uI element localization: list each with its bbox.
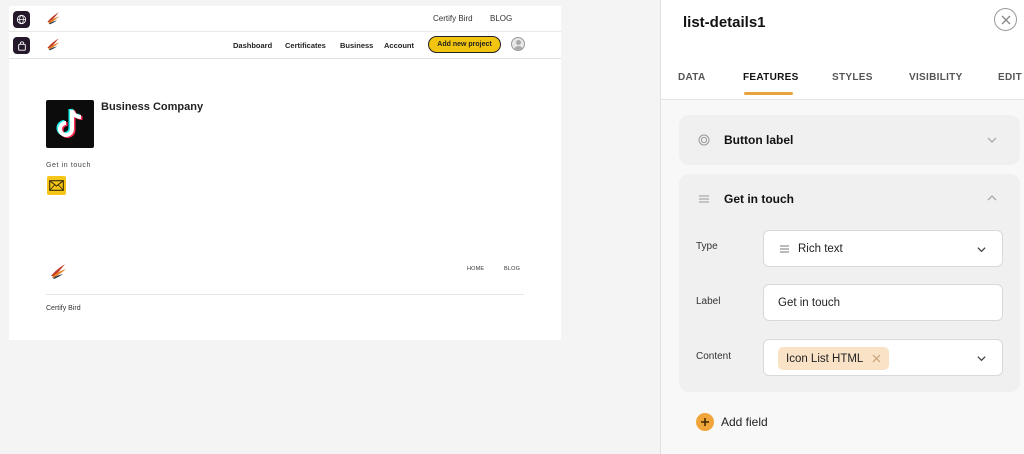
nav-link-certificates[interactable]: Certificates [285,41,326,50]
chevron-down-icon [977,247,986,253]
email-icon[interactable] [47,176,66,195]
type-label: Type [696,241,718,252]
nav-link-business[interactable]: Business [340,41,373,50]
get-in-touch-heading: Get in touch [46,162,91,169]
close-panel-button[interactable] [994,8,1017,31]
main-navbar: Dashboard Certificates Business Account … [9,32,561,59]
tab-visibility[interactable]: VISIBILITY [909,72,963,83]
content-select[interactable]: Icon List HTML [763,339,1003,376]
top-navbar: Certify Bird BLOG [9,6,561,32]
tab-styles[interactable]: STYLES [832,72,873,83]
section-title: Get in touch [724,192,794,206]
user-avatar[interactable] [511,37,525,51]
nav-link-dashboard[interactable]: Dashboard [233,41,272,50]
label-input[interactable]: Get in touch [763,284,1003,321]
page-preview: Certify Bird BLOG Dashboard Certificates… [9,6,561,340]
tab-edit[interactable]: EDIT [998,72,1022,83]
type-select-value: Rich text [798,243,843,255]
bird-logo-icon[interactable] [45,10,61,26]
plus-icon [696,413,714,431]
bird-logo-icon[interactable] [45,36,61,52]
panel-title: list-details1 [683,14,766,31]
tab-features[interactable]: FEATURES [743,72,799,83]
close-icon [1001,15,1010,24]
tab-data[interactable]: DATA [678,72,706,83]
content-label: Content [696,351,732,362]
footer-divider [46,294,524,295]
type-select[interactable]: Rich text [763,230,1003,267]
content-chip: Icon List HTML [778,347,890,370]
content-chip-label: Icon List HTML [786,352,864,365]
chevron-down-icon[interactable] [986,134,998,146]
add-field-label: Add field [721,415,768,429]
remove-chip-icon[interactable] [872,354,881,363]
tiktok-logo-icon [46,100,94,148]
globe-icon[interactable] [13,11,30,28]
chevron-down-icon [977,356,986,362]
section-title: Button label [724,133,794,147]
panel-header: list-details1 DATA FEATURES STYLES VISIB… [661,0,1024,100]
shopping-bag-icon[interactable] [13,37,30,54]
target-icon [698,134,710,146]
chevron-up-icon[interactable] [986,192,998,204]
drag-handle-icon[interactable] [698,193,710,205]
footer-bird-logo-icon[interactable] [48,261,68,281]
nav-link-certify-bird[interactable]: Certify Bird [433,14,473,23]
section-get-in-touch: Get in touch Type Rich text Label Get in… [679,174,1020,392]
add-field-button[interactable]: Add field [696,413,768,431]
nav-link-account[interactable]: Account [384,41,414,50]
rich-text-icon [780,245,789,253]
nav-link-blog[interactable]: BLOG [490,14,512,23]
properties-panel: list-details1 DATA FEATURES STYLES VISIB… [660,0,1024,454]
footer-link-blog[interactable]: BLOG [504,266,520,272]
section-button-label[interactable]: Button label [679,115,1020,165]
add-new-project-button[interactable]: Add new project [428,36,501,53]
company-name: Business Company [101,101,204,113]
footer-copyright: Certify Bird [46,305,81,312]
label-input-value: Get in touch [778,297,841,309]
active-tab-indicator [744,92,793,95]
footer-link-home[interactable]: HOME [467,266,484,272]
label-field-label: Label [696,296,721,307]
